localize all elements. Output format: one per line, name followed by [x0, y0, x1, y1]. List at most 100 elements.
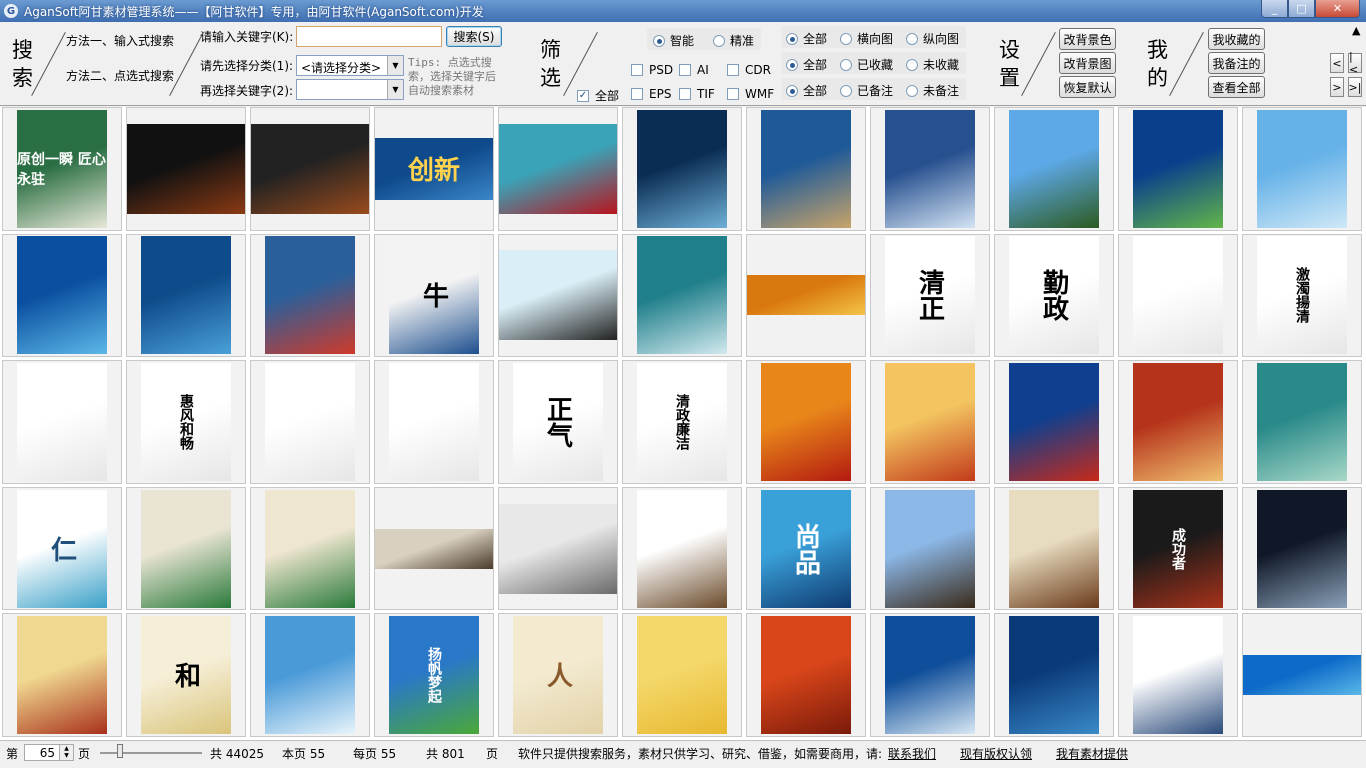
thumbnail-cell[interactable] — [746, 107, 866, 231]
provide-material-link[interactable]: 我有素材提供 — [1056, 745, 1128, 762]
format-ai-option[interactable]: AI — [679, 63, 709, 77]
thumbnail-cell[interactable] — [994, 486, 1114, 611]
thumbnail-cell[interactable] — [2, 233, 122, 358]
note-no-option[interactable]: 未备注 — [906, 82, 959, 99]
thumbnail-cell[interactable] — [622, 613, 742, 737]
thumbnail-cell[interactable]: 清政廉洁 — [622, 360, 742, 484]
match-exact-option[interactable]: 精准 — [713, 32, 754, 49]
thumbnail-cell[interactable] — [1118, 360, 1238, 484]
page-number-input[interactable]: 65 ▲ ▼ — [24, 744, 74, 761]
thumbnail-cell[interactable] — [1242, 486, 1362, 611]
change-bg-color-button[interactable]: 改背景色 — [1059, 28, 1116, 50]
minimize-button[interactable]: _ — [1261, 0, 1288, 18]
thumbnail-cell[interactable] — [994, 107, 1114, 231]
orient-all-option[interactable]: 全部 — [786, 30, 827, 47]
thumbnail-cell[interactable] — [126, 107, 246, 231]
search-button[interactable]: 搜索(S) — [446, 26, 502, 47]
orient-v-option[interactable]: 纵向图 — [906, 30, 959, 47]
thumbnail-cell[interactable] — [1242, 107, 1362, 231]
thumbnail-cell[interactable] — [1118, 107, 1238, 231]
thumbnail-cell[interactable]: 和 — [126, 613, 246, 737]
thumbnail-cell[interactable] — [374, 486, 494, 611]
thumbnail-cell[interactable]: 仁 — [2, 486, 122, 611]
reset-default-button[interactable]: 恢复默认 — [1059, 76, 1116, 98]
prev-page-button[interactable]: < — [1330, 53, 1344, 73]
copyright-claim-link[interactable]: 现有版权认领 — [960, 745, 1032, 762]
category-select[interactable]: <请选择分类> ▼ — [296, 55, 404, 76]
fav-no-option[interactable]: 未收藏 — [906, 56, 959, 73]
thumbnail-cell[interactable] — [498, 233, 618, 358]
thumbnail-cell[interactable]: 扬帆梦起 — [374, 613, 494, 737]
match-smart-option[interactable]: 智能 — [653, 32, 694, 49]
next-page-button[interactable]: > — [1330, 77, 1344, 97]
change-bg-image-button[interactable]: 改背景图 — [1059, 52, 1116, 74]
thumbnail-cell[interactable] — [498, 486, 618, 611]
last-page-button[interactable]: >| — [1348, 77, 1362, 97]
thumbnail-cell[interactable] — [1242, 613, 1362, 737]
my-notes-button[interactable]: 我备注的 — [1208, 52, 1265, 74]
thumbnail-cell[interactable] — [870, 486, 990, 611]
format-psd-option[interactable]: PSD — [631, 63, 673, 77]
my-favorites-button[interactable]: 我收藏的 — [1208, 28, 1265, 50]
page-slider-track[interactable] — [100, 752, 202, 754]
keyword-input[interactable] — [296, 26, 442, 47]
format-eps-option[interactable]: EPS — [631, 87, 671, 101]
format-cdr-option[interactable]: CDR — [727, 63, 771, 77]
scroll-up-icon[interactable]: ▲ — [1352, 24, 1364, 44]
thumbnail-cell[interactable] — [250, 486, 370, 611]
thumbnail-cell[interactable] — [746, 233, 866, 358]
thumbnail-cell[interactable] — [250, 613, 370, 737]
format-tif-option[interactable]: TIF — [679, 87, 715, 101]
thumbnail-cell[interactable] — [250, 360, 370, 484]
thumbnail-cell[interactable] — [622, 233, 742, 358]
thumbnail-cell[interactable]: 创新 — [374, 107, 494, 231]
thumbnail-image: 和 — [141, 616, 231, 735]
thumbnail-cell[interactable]: 原创一瞬 匠心永驻 — [2, 107, 122, 231]
thumbnail-cell[interactable] — [746, 613, 866, 737]
page-slider-handle[interactable] — [117, 744, 123, 758]
thumbnail-cell[interactable]: 正气 — [498, 360, 618, 484]
maximize-button[interactable]: □ — [1288, 0, 1315, 18]
fav-all-option[interactable]: 全部 — [786, 56, 827, 73]
first-page-button[interactable]: |< — [1348, 50, 1362, 76]
close-button[interactable]: ✕ — [1315, 0, 1360, 18]
fav-yes-option[interactable]: 已收藏 — [840, 56, 893, 73]
view-all-button[interactable]: 查看全部 — [1208, 76, 1265, 98]
thumbnail-cell[interactable] — [498, 107, 618, 231]
thumbnail-cell[interactable] — [2, 613, 122, 737]
thumbnail-cell[interactable] — [622, 107, 742, 231]
thumbnail-cell[interactable] — [870, 613, 990, 737]
thumbnail-cell[interactable] — [870, 360, 990, 484]
thumbnail-cell[interactable] — [870, 107, 990, 231]
thumbnail-cell[interactable] — [374, 360, 494, 484]
keyword2-select[interactable]: ▼ — [296, 79, 404, 100]
note-yes-option[interactable]: 已备注 — [840, 82, 893, 99]
thumbnail-cell[interactable] — [622, 486, 742, 611]
thumbnail-cell[interactable] — [746, 360, 866, 484]
thumbnail-cell[interactable]: 激濁揚清 — [1242, 233, 1362, 358]
format-wmf-option[interactable]: WMF — [727, 87, 774, 101]
thumbnail-image — [127, 123, 245, 214]
thumbnail-cell[interactable] — [2, 360, 122, 484]
note-all-option[interactable]: 全部 — [786, 82, 827, 99]
thumbnail-cell[interactable]: 牛 — [374, 233, 494, 358]
thumbnail-cell[interactable] — [1118, 613, 1238, 737]
format-all-option[interactable]: ✓ 全部 — [577, 87, 619, 104]
thumbnail-cell[interactable] — [250, 233, 370, 358]
thumbnail-cell[interactable]: 勤政 — [994, 233, 1114, 358]
thumbnail-cell[interactable] — [1118, 233, 1238, 358]
thumbnail-cell[interactable] — [250, 107, 370, 231]
thumbnail-cell[interactable]: 人 — [498, 613, 618, 737]
thumbnail-cell[interactable] — [994, 613, 1114, 737]
thumbnail-cell[interactable] — [126, 233, 246, 358]
thumbnail-cell[interactable]: 成功者 — [1118, 486, 1238, 611]
page-spinner[interactable]: ▲ ▼ — [59, 745, 73, 760]
thumbnail-cell[interactable] — [1242, 360, 1362, 484]
thumbnail-cell[interactable]: 惠风和畅 — [126, 360, 246, 484]
thumbnail-cell[interactable]: 清正 — [870, 233, 990, 358]
thumbnail-cell[interactable] — [126, 486, 246, 611]
thumbnail-cell[interactable]: 尚品 — [746, 486, 866, 611]
thumbnail-cell[interactable] — [994, 360, 1114, 484]
orient-h-option[interactable]: 横向图 — [840, 30, 893, 47]
contact-us-link[interactable]: 联系我们 — [888, 745, 936, 762]
